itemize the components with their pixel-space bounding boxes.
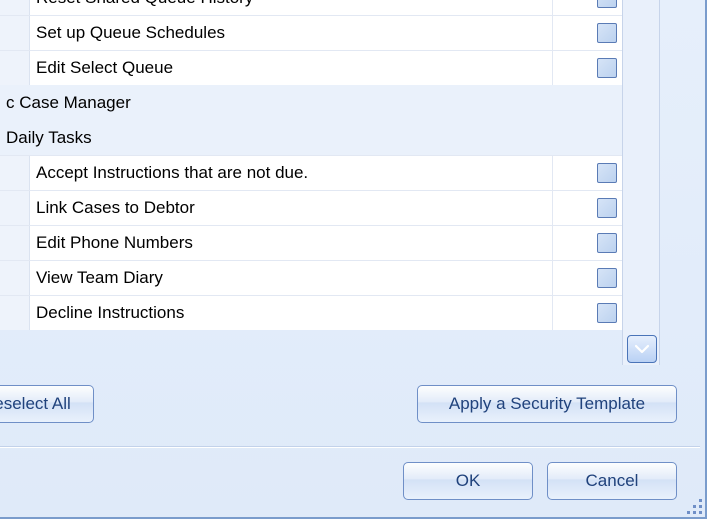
permission-label: Edit Phone Numbers: [30, 226, 552, 260]
permission-label: Link Cases to Debtor: [30, 191, 552, 225]
dialog-button-row: OK Cancel: [0, 452, 695, 510]
permission-label: Accept Instructions that are not due.: [30, 156, 552, 190]
dialog-window: Reset Shared Queue HistorySet up Queue S…: [0, 0, 707, 519]
apply-security-template-button[interactable]: Apply a Security Template: [417, 385, 677, 423]
permission-label: View Team Diary: [30, 261, 552, 295]
permission-label: Decline Instructions: [30, 296, 552, 330]
scrollbar-vertical[interactable]: [622, 0, 660, 365]
permission-label: Reset Shared Queue History: [30, 0, 552, 15]
permission-checkbox[interactable]: [597, 58, 617, 78]
permissions-table: Reset Shared Queue HistorySet up Queue S…: [0, 0, 660, 330]
permission-row: View Team Diary: [0, 260, 660, 295]
group-header-label: Daily Tasks: [0, 120, 552, 155]
deselect-all-button[interactable]: Deselect All: [0, 385, 94, 423]
table-button-row: Deselect All Apply a Security Template: [0, 375, 695, 433]
content-area: Reset Shared Queue HistorySet up Queue S…: [0, 0, 690, 340]
group-header[interactable]: c Case Manager: [0, 85, 660, 120]
permission-row: Edit Phone Numbers: [0, 225, 660, 260]
permission-checkbox[interactable]: [597, 163, 617, 183]
group-header[interactable]: Daily Tasks: [0, 120, 660, 155]
permission-checkbox[interactable]: [597, 233, 617, 253]
permission-row: Link Cases to Debtor: [0, 190, 660, 225]
permission-label: Edit Select Queue: [30, 51, 552, 85]
permission-checkbox[interactable]: [597, 268, 617, 288]
permission-row: Reset Shared Queue History: [0, 0, 660, 15]
permission-checkbox[interactable]: [597, 198, 617, 218]
permission-row: Accept Instructions that are not due.: [0, 155, 660, 190]
permission-checkbox[interactable]: [597, 0, 617, 8]
divider: [0, 446, 700, 448]
scroll-down-button[interactable]: [627, 335, 657, 363]
permission-checkbox[interactable]: [597, 303, 617, 323]
permission-row: Decline Instructions: [0, 295, 660, 330]
ok-button[interactable]: OK: [403, 462, 533, 500]
permission-label: Set up Queue Schedules: [30, 16, 552, 50]
resize-grip[interactable]: [684, 496, 702, 514]
permission-checkbox[interactable]: [597, 23, 617, 43]
group-header-label: c Case Manager: [0, 85, 552, 120]
cancel-button[interactable]: Cancel: [547, 462, 677, 500]
permission-row: Edit Select Queue: [0, 50, 660, 85]
permission-row: Set up Queue Schedules: [0, 15, 660, 50]
